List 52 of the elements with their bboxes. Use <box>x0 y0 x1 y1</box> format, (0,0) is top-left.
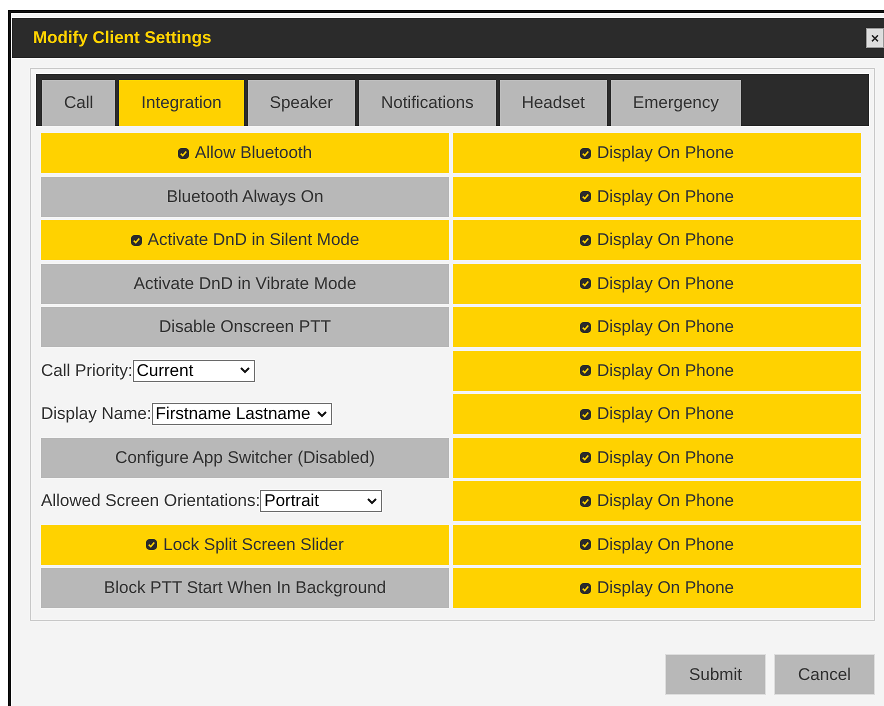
tab[interactable]: Notifications <box>358 80 496 126</box>
dropdown-field[interactable]: Firstname Lastname <box>152 403 332 425</box>
close-button[interactable]: × <box>866 28 884 48</box>
setting-label: Display Name: <box>41 404 152 424</box>
check-icon <box>580 148 591 158</box>
check-icon <box>146 539 158 550</box>
setting-label: Allowed Screen Orientations: <box>41 491 260 511</box>
display-toggle[interactable]: Display On Phone <box>453 264 861 304</box>
tab[interactable]: Headset <box>500 80 607 126</box>
display-toggle[interactable]: Display On Phone <box>453 133 861 173</box>
setting-toggle[interactable]: Bluetooth Always On <box>41 176 449 216</box>
check-icon <box>178 148 189 158</box>
setting-toggle[interactable]: Lock Split Screen Slider <box>41 524 449 564</box>
caret-icon <box>316 410 326 418</box>
setting-toggle[interactable]: Allow Bluetooth <box>41 133 449 173</box>
setting-label: Call Priority: <box>41 360 133 380</box>
setting-toggle[interactable]: Configure App Switcher (Disabled) <box>41 438 449 478</box>
display-toggle[interactable]: Display On Phone <box>453 481 861 521</box>
tab[interactable]: Speaker <box>248 80 355 126</box>
display-toggle[interactable]: Display On Phone <box>453 438 861 478</box>
tab[interactable]: Emergency <box>610 80 741 126</box>
display-toggle[interactable]: Display On Phone <box>453 394 861 434</box>
dropdown-field[interactable]: Portrait <box>260 490 382 512</box>
setting-toggle[interactable]: Activate DnD in Vibrate Mode <box>41 264 449 304</box>
caret-icon <box>240 367 250 374</box>
tab[interactable]: Integration <box>119 80 244 126</box>
display-toggle[interactable]: Display On Phone <box>453 350 861 390</box>
setting-toggle[interactable]: Block PTT Start When In Background <box>41 568 449 608</box>
cancel-button[interactable]: Cancel <box>774 654 875 695</box>
setting-toggle[interactable]: Disable Onscreen PTT <box>41 307 449 347</box>
caret-icon <box>367 498 378 504</box>
display-toggle[interactable]: Display On Phone <box>453 524 861 564</box>
check-icon <box>580 539 591 550</box>
setting-toggle[interactable]: Activate DnD in Silent Mode <box>41 220 449 260</box>
dialog-title: Modify Client Settings <box>33 28 212 48</box>
check-icon <box>580 234 591 246</box>
submit-button[interactable]: Submit <box>665 654 766 695</box>
check-icon <box>580 365 591 376</box>
check-icon <box>580 582 591 594</box>
display-toggle[interactable]: Display On Phone <box>453 307 861 347</box>
display-toggle[interactable]: Display On Phone <box>453 220 861 260</box>
display-toggle[interactable]: Display On Phone <box>453 176 861 216</box>
check-icon <box>580 278 591 289</box>
dropdown-field[interactable]: Current <box>132 360 255 382</box>
check-icon <box>580 496 591 506</box>
display-toggle[interactable]: Display On Phone <box>453 568 861 608</box>
check-icon <box>580 452 591 463</box>
check-icon <box>130 234 142 246</box>
check-icon <box>580 191 591 202</box>
check-icon <box>580 322 591 332</box>
tab[interactable]: Call <box>42 80 116 126</box>
check-icon <box>580 408 591 420</box>
